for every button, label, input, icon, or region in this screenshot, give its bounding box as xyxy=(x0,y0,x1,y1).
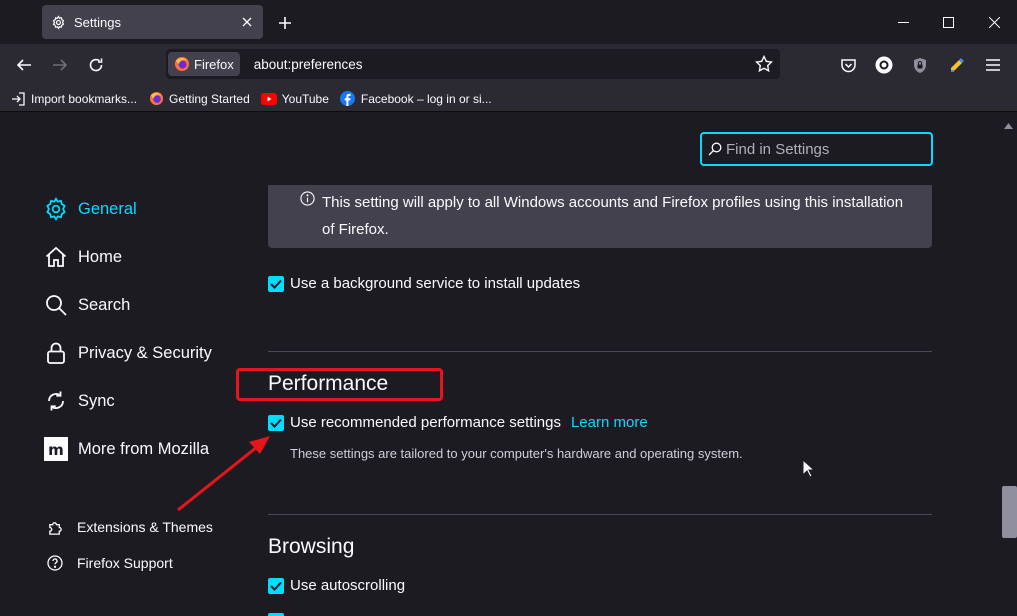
bookmarks-toolbar: Import bookmarks... Getting Started YouT… xyxy=(0,86,1017,112)
shield-extension-icon[interactable] xyxy=(906,51,934,79)
bookmark-getting-started[interactable]: Getting Started xyxy=(148,91,250,107)
bookmark-star-icon[interactable] xyxy=(750,50,778,78)
checkbox-label: Use autoscrolling xyxy=(290,577,406,594)
bookmark-label: Facebook – log in or si... xyxy=(360,91,492,106)
mouse-cursor-icon xyxy=(802,458,816,483)
url-text[interactable]: about:preferences xyxy=(254,57,750,72)
browsing-heading: Browsing xyxy=(268,535,355,558)
bookmark-import[interactable]: Import bookmarks... xyxy=(10,91,137,107)
import-icon xyxy=(10,91,26,107)
gear-icon xyxy=(50,14,66,30)
facebook-icon xyxy=(340,91,356,107)
youtube-icon xyxy=(260,91,277,107)
pocket-icon[interactable] xyxy=(834,51,862,79)
navigation-toolbar: Firefox about:preferences xyxy=(0,44,1017,86)
forward-button[interactable] xyxy=(46,51,74,79)
back-button[interactable] xyxy=(10,51,38,79)
close-window-button[interactable] xyxy=(971,6,1017,38)
new-tab-button[interactable] xyxy=(272,10,298,36)
menu-icon[interactable] xyxy=(979,51,1007,79)
firefox-icon xyxy=(148,91,164,107)
identity-box[interactable]: Firefox xyxy=(168,52,240,76)
tab-title: Settings xyxy=(74,14,121,30)
close-tab-icon[interactable] xyxy=(239,14,255,30)
maximize-button[interactable] xyxy=(925,6,971,38)
bookmark-youtube[interactable]: YouTube xyxy=(260,91,329,107)
identity-label: Firefox xyxy=(194,56,234,72)
autoscroll-checkbox-row[interactable]: Use autoscrolling xyxy=(268,577,405,594)
tab-strip: Settings xyxy=(0,0,1017,44)
bookmark-label: Import bookmarks... xyxy=(31,91,138,106)
url-bar[interactable]: Firefox about:preferences xyxy=(166,49,780,79)
firefox-icon xyxy=(174,56,190,72)
settings-page: General Home Search Privacy & Security S… xyxy=(0,112,1017,616)
checkbox-checked[interactable] xyxy=(268,577,284,594)
tab-settings[interactable]: Settings xyxy=(42,5,263,39)
scrollbar[interactable] xyxy=(1001,112,1017,616)
bookmark-label: YouTube xyxy=(281,91,329,106)
annotation-arrow xyxy=(177,436,270,512)
scroll-up-icon[interactable] xyxy=(1004,116,1013,134)
section-divider xyxy=(268,514,932,515)
account-icon[interactable] xyxy=(870,51,898,79)
scrollbar-thumb[interactable] xyxy=(1002,486,1017,538)
extension-icon[interactable] xyxy=(943,51,971,79)
bookmark-facebook[interactable]: Facebook – log in or si... xyxy=(340,91,492,107)
minimize-button[interactable] xyxy=(880,6,926,38)
bookmark-label: Getting Started xyxy=(169,91,250,106)
reload-button[interactable] xyxy=(82,51,110,79)
